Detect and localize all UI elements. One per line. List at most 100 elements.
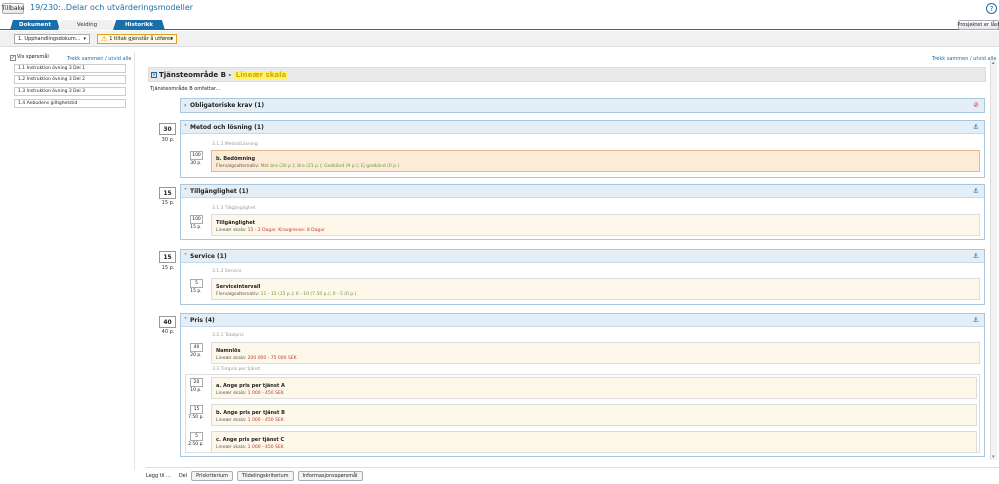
section-points: 40 p.: [161, 329, 175, 335]
main-toggle-all-link[interactable]: Trekk sammen / utvid alle: [932, 56, 996, 62]
weight-box[interactable]: 15: [159, 251, 176, 263]
card-points: 20 p.: [190, 353, 202, 358]
area-scale-highlight: Lineær skala: [233, 71, 289, 79]
area-title: Tjänsteområde B - Lineær skala: [159, 71, 289, 79]
criterion-card[interactable]: Serviceintervall Flervalgsalternativ: 11…: [211, 278, 980, 300]
section-points: 30 p.: [161, 137, 175, 143]
criterion-card[interactable]: a. Ange pris per tjänst A Lineær skala: …: [211, 377, 977, 399]
area-header[interactable]: v Tjänsteområde B - Lineær skala: [148, 67, 986, 82]
collapse-icon[interactable]: v: [151, 72, 157, 78]
card-weight[interactable]: 5: [190, 279, 203, 288]
card-weight[interactable]: 15: [190, 405, 203, 414]
help-icon[interactable]: ?: [986, 3, 997, 14]
obligatory-section[interactable]: › Obligatoriske krav (1) ⊘: [180, 98, 985, 113]
card-weight[interactable]: 100: [190, 151, 203, 160]
area-description: Tjänsteområde B omfattar...: [150, 86, 221, 92]
chevron-down-icon[interactable]: ˅: [184, 188, 187, 195]
tab-historikk[interactable]: Historikk: [113, 20, 165, 30]
show-questions-label: Vis spørsmål: [17, 54, 49, 60]
document-select-value: 1. Upphandlingsdokum...: [18, 36, 81, 42]
criterion-card[interactable]: c. Ange pris per tjänst C Lineær skala: …: [211, 431, 977, 453]
left-item-3[interactable]: 1.3 Instruktion övning 3 Del 3: [14, 87, 126, 96]
tab-veiding[interactable]: Veiding: [58, 20, 116, 30]
criterion-detail: Flervalgsalternativ: Mkt bra (30 p.); Br…: [216, 164, 400, 169]
left-toggle-all-link[interactable]: Trekk sammen / utvid alle: [67, 56, 131, 62]
subheading: 3.1.2 Service: [212, 269, 242, 274]
criterion-title: c. Ange pris per tjänst C: [216, 437, 285, 443]
card-weight[interactable]: 40: [190, 343, 203, 352]
card-points: 30 p.: [190, 161, 202, 166]
criterion-detail: Lineær skala: 1 000 - 450 SEK: [216, 391, 284, 396]
add-part-link[interactable]: Del: [179, 473, 187, 479]
criterion-detail: Lineær skala: 1 000 - 450 SEK: [216, 418, 284, 423]
criterion-title: a. Ange pris per tjänst A: [216, 383, 285, 389]
chevron-down-icon[interactable]: ˅: [184, 253, 187, 260]
subheading: 3.1.3 Tillgänglighet: [212, 206, 256, 211]
scroll-down-icon[interactable]: ▾: [992, 454, 995, 460]
left-item-1[interactable]: 1.1 Instruktion övning 3 Del 1: [14, 64, 126, 73]
section-title: Service (1): [190, 252, 227, 260]
weight-box[interactable]: 30: [159, 123, 176, 135]
add-label: Legg til ...: [146, 473, 171, 479]
card-points: 7.50 p.: [188, 415, 204, 420]
card-points: 15 p.: [190, 225, 202, 230]
card-weight[interactable]: 20: [190, 378, 203, 387]
criterion-title: Tillgänglighet: [216, 220, 255, 226]
alert-circle-icon: ⊘: [973, 101, 979, 109]
weight-box[interactable]: 15: [159, 187, 176, 199]
warning-label: 1 tiltak gjenstår å utføres: [109, 36, 173, 42]
criterion-card[interactable]: Tillgänglighet Lineær skala: 15 - 2 Daga…: [211, 214, 980, 236]
page-title: 19/230:..Delar och utvärderingsmodeller: [30, 3, 194, 12]
warning-triangle-icon: ⚠: [101, 35, 108, 43]
bottom-bar: Legg til ... Del Priskriterium Tildeling…: [146, 470, 363, 482]
subheading: 3.3 Timpris per tjänst: [212, 367, 261, 372]
left-item-4[interactable]: 1.4 Anbudens giltighetstid: [14, 99, 126, 108]
subheading: 3.2.1 Totalpris: [212, 333, 244, 338]
add-info-question-button[interactable]: Informasjonsspørsmål: [297, 471, 363, 481]
criterion-detail: Lineær skala: 15 - 2 Dagar. Kravgrense: …: [216, 228, 325, 233]
project-locked-button[interactable]: Prosjektet er låst: [957, 20, 999, 30]
chevron-down-icon: ▾: [170, 36, 173, 42]
anchor-icon[interactable]: ⚓: [973, 123, 979, 131]
weight-box[interactable]: 40: [159, 316, 176, 328]
card-weight[interactable]: 5: [190, 432, 203, 441]
criterion-title: b. Bedömning: [216, 156, 256, 162]
show-questions-checkbox[interactable]: ✓: [10, 55, 16, 61]
warning-dropdown[interactable]: ⚠ 1 tiltak gjenstår å utføres ▾: [97, 34, 177, 44]
chevron-down-icon: ▾: [83, 36, 86, 42]
section-title: Pris (4): [190, 316, 215, 324]
document-select[interactable]: 1. Upphandlingsdokum... ▾: [14, 34, 90, 44]
anchor-icon[interactable]: ⚓: [973, 252, 979, 260]
anchor-icon[interactable]: ⚓: [973, 316, 979, 324]
scrollbar[interactable]: ▴ ▾: [990, 60, 997, 460]
section-points: 15 p.: [161, 200, 175, 206]
panel-splitter[interactable]: [134, 52, 135, 470]
tab-dokument[interactable]: Dokument: [10, 20, 60, 30]
add-price-criterion-button[interactable]: Priskriterium: [191, 471, 233, 481]
criterion-detail: Flervalgsalternativ: 11 - 15 (15 p.); 6 …: [216, 292, 357, 297]
top-bar: Tillbake 19/230:..Delar och utvärderings…: [0, 0, 999, 18]
criterion-title: Serviceintervall: [216, 284, 261, 290]
criterion-detail: Lineær skala: 1 000 - 450 SEK: [216, 445, 284, 450]
criterion-card[interactable]: b. Bedömning Flervalgsalternativ: Mkt br…: [211, 150, 980, 172]
chevron-right-icon[interactable]: ›: [184, 102, 186, 109]
card-weight[interactable]: 100: [190, 215, 203, 224]
criterion-title: Namnlös: [216, 348, 241, 354]
criterion-card[interactable]: b. Ange pris per tjänst B Lineær skala: …: [211, 404, 977, 426]
scroll-up-icon[interactable]: ▴: [992, 60, 995, 66]
add-award-criterion-button[interactable]: Tildelingskriterium: [236, 471, 294, 481]
criterion-title: b. Ange pris per tjänst B: [216, 410, 285, 416]
chevron-down-icon[interactable]: ˅: [184, 124, 187, 131]
card-points: 10 p.: [190, 388, 202, 393]
bottom-divider: [146, 467, 999, 468]
chevron-down-icon[interactable]: ˅: [184, 317, 187, 324]
card-points: 15 p.: [190, 289, 202, 294]
back-button[interactable]: Tillbake: [2, 3, 24, 14]
criterion-card[interactable]: Namnlös Lineær skala: 200 000 - 75 000 S…: [211, 342, 980, 364]
obligatory-title: Obligatoriske krav (1): [190, 102, 265, 109]
section-points: 15 p.: [161, 265, 175, 271]
anchor-icon[interactable]: ⚓: [973, 187, 979, 195]
subheading: 3.1.1 Metod/Lösning: [212, 142, 258, 147]
left-item-2[interactable]: 1.2 Instruktion övning 3 Del 2: [14, 75, 126, 84]
section-title: Tillgänglighet (1): [190, 187, 249, 195]
